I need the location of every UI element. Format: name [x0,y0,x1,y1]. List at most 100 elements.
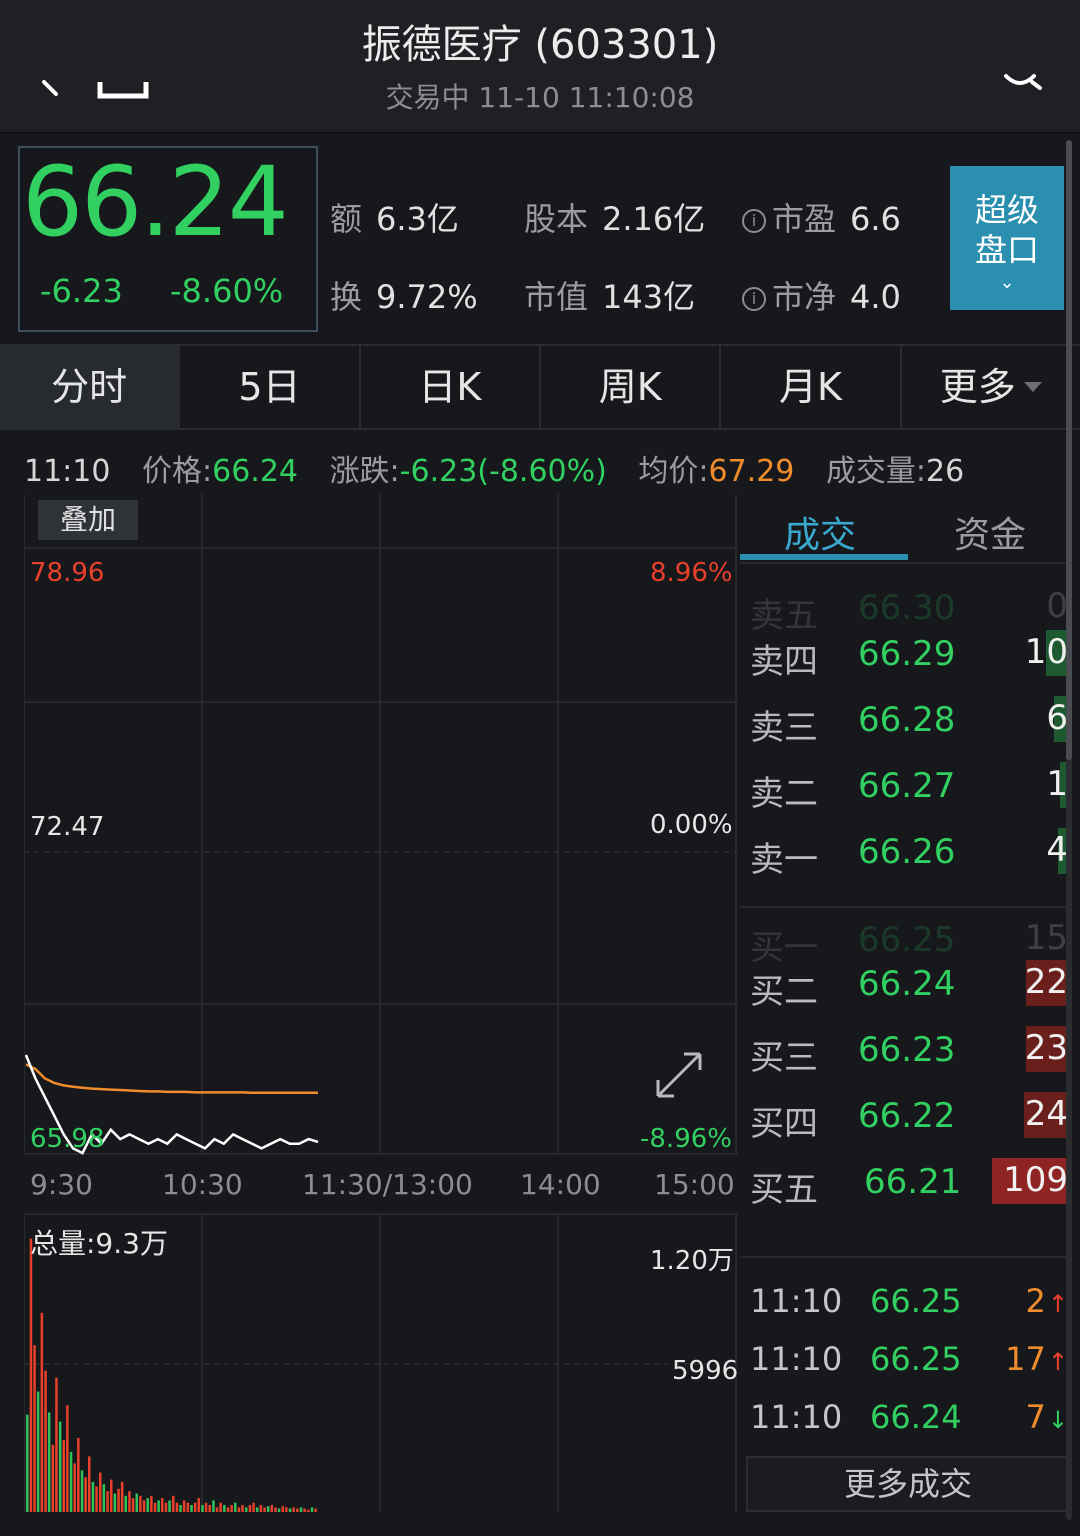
volume-bar [168,1500,171,1512]
volume-bar [230,1505,233,1512]
volume-bar [288,1508,292,1512]
stock-title: 振德医疗 (603301) [361,22,719,68]
ask-row-1: 卖一 66.26 4 [750,828,1068,880]
stat-equity: 股本 2.16亿 [524,200,706,238]
volume-bar [36,1391,40,1512]
super-order-book-button[interactable]: 超级 盘口 ⌄ [950,166,1064,310]
volume-bar [131,1498,135,1512]
volume-bar [150,1495,153,1512]
time-label-1030: 10:30 [162,1168,243,1201]
dropdown-triangle-icon [1023,382,1042,392]
volume-bar [40,1312,44,1512]
volume-bar [99,1472,102,1512]
chart-period-tabs: 分时 5日 日K 周K 月K 更多 [0,344,1080,430]
up-arrow-icon: ↑ [1047,1348,1068,1376]
tab-daily-k[interactable]: 日K [361,346,541,428]
overlay-button[interactable]: 叠加 [38,500,138,540]
stat-amount: 额 6.3亿 [330,200,459,238]
volume-bar [33,1345,36,1512]
back-icon[interactable] [34,68,74,108]
tab-trades[interactable]: 成交 [784,506,856,558]
volume-bar [255,1507,259,1512]
volume-bar [47,1412,51,1512]
volume-bar [292,1507,295,1512]
expand-icon[interactable] [652,1048,706,1102]
volume-bar [26,1414,29,1512]
bid-row-4: 买四 66.22 24 [750,1092,1068,1144]
volume-bar [307,1509,310,1512]
time-label-930: 9:30 [30,1168,93,1201]
stat-pe[interactable]: i 市盈 6.6 [742,194,901,240]
tab-weekly-k[interactable]: 周K [541,346,722,428]
time-label-1400: 14:00 [520,1168,601,1201]
volume-bar [182,1500,186,1512]
trade-tick-row: 11:10 66.25 2↑ [750,1282,1068,1320]
volume-bar [73,1463,76,1512]
price-panel: 66.24 -6.23 -8.60% [18,146,318,332]
trading-status: 交易中 11-10 11:10:08 [385,81,695,114]
intraday-chart[interactable] [24,494,738,1514]
tab-monthly-k[interactable]: 月K [721,346,902,428]
orderbook-divider [740,906,1070,908]
stat-market-cap: 市值 143亿 [524,278,696,316]
volume-bar [113,1493,117,1512]
pct-axis-high: 8.96% [650,558,733,588]
tab-funds[interactable]: 资金 [954,506,1026,558]
total-volume: 总量:9.3万 [30,1227,168,1260]
volume-bar [102,1484,106,1512]
volume-bar [241,1505,244,1512]
volume-bar [128,1491,131,1512]
volume-bar [135,1493,138,1512]
volume-bar [157,1500,160,1512]
volume-bar [208,1505,211,1512]
volume-bar [259,1505,263,1512]
stat-pb[interactable]: i 市净 4.0 [742,272,901,318]
volume-bar [29,1238,33,1512]
time-label-1500: 15:00 [654,1168,735,1201]
volume-bar [223,1505,226,1512]
volume-bar [248,1505,252,1512]
volume-bar [179,1505,182,1512]
price-change: -6.23 [40,272,123,310]
volume-bar [124,1495,127,1512]
volume-bar [110,1479,113,1512]
volume-bar [303,1508,306,1512]
more-trades-button[interactable]: 更多成交 [746,1456,1070,1512]
price-axis-mid: 72.47 [30,812,105,842]
down-arrow-icon: ↓ [1047,1406,1068,1434]
volume-bar [164,1502,168,1512]
volume-bar [58,1421,62,1512]
volume-bar [212,1500,215,1512]
trade-tick-row: 11:10 66.24 7↓ [750,1398,1068,1436]
volume-bar [219,1502,222,1512]
volume-bar [153,1502,157,1512]
pct-axis-low: -8.96% [640,1124,732,1154]
scrollbar-thumb[interactable] [1066,140,1072,760]
volume-axis-max: 1.20万 [650,1246,734,1276]
up-arrow-icon: ↑ [1047,1290,1068,1318]
volume-bar [296,1508,299,1512]
volume-bar [62,1440,65,1512]
volume-bar [299,1507,303,1512]
volume-bar [263,1507,266,1512]
tab-intraday[interactable]: 分时 [0,346,181,428]
volume-bar [270,1505,273,1512]
volume-bar [44,1370,47,1512]
volume-bar [69,1451,73,1512]
volume-bar [77,1437,80,1512]
tab-more[interactable]: 更多 [902,346,1080,428]
tab-5day[interactable]: 5日 [180,346,361,428]
volume-bar [95,1486,98,1512]
app-root: 振德医疗 (603301) 交易中 11-10 11:10:08 66.24 -… [0,0,1080,1536]
volume-bar [172,1495,175,1512]
search-icon[interactable] [996,64,1046,100]
portfolio-icon[interactable] [92,66,154,106]
volume-bar [310,1507,314,1512]
volume-bar [274,1507,277,1512]
bid-row-5: 买五 66.21 109 [750,1158,1068,1210]
volume-bar [245,1507,248,1512]
volume-bar [201,1505,204,1512]
time-label-1130: 11:30/13:00 [302,1168,473,1201]
top-header: 振德医疗 (603301) 交易中 11-10 11:10:08 [0,0,1080,132]
pct-axis-mid: 0.00% [650,810,733,840]
